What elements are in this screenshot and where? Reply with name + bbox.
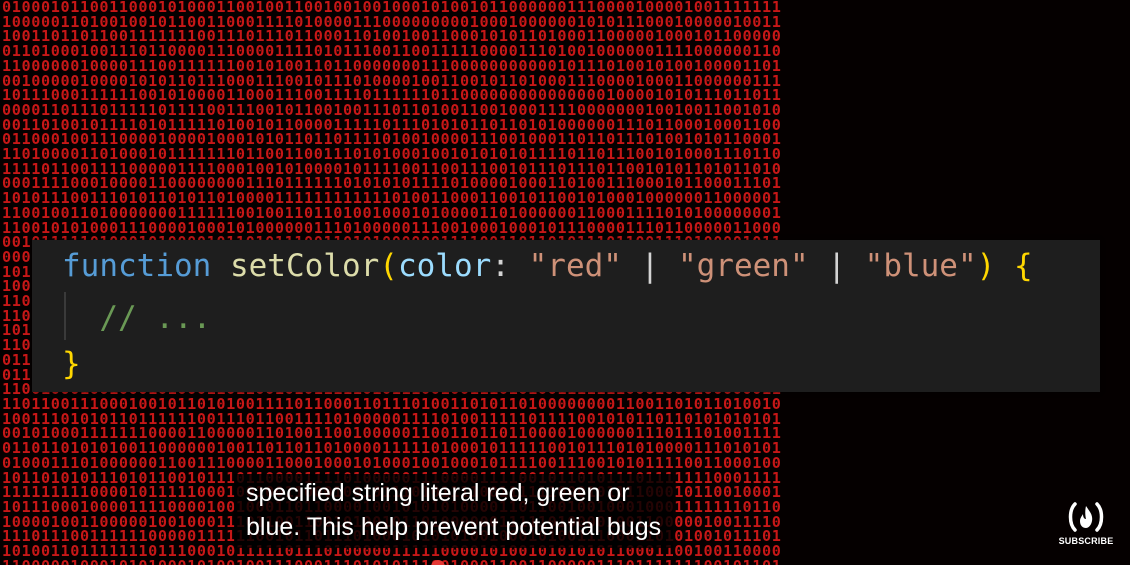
code-close-paren: ) <box>976 248 996 284</box>
code-param: color <box>397 248 492 284</box>
subscribe-button[interactable]: SUBSCRIBE <box>1058 500 1114 558</box>
code-close-brace: } <box>62 346 81 382</box>
code-colon: : <box>491 248 510 284</box>
caption-line-2: blue. This help prevent potential bugs <box>246 513 662 541</box>
code-string-red: "red" <box>528 248 622 284</box>
code-line-1: function setColor(color: "red" | "green"… <box>62 246 1033 286</box>
code-pipe: | <box>640 248 660 284</box>
code-line-2: // ... <box>62 298 211 338</box>
freecodecamp-logo-icon <box>1068 502 1104 532</box>
video-frame[interactable]: 0100010110011000101000110010011001001001… <box>0 0 1130 565</box>
subscribe-label: SUBSCRIBE <box>1058 536 1114 546</box>
subtitle-caption: specified string literal red, green or b… <box>234 474 674 548</box>
code-panel: function setColor(color: "red" | "green"… <box>32 240 1100 392</box>
code-comment: // ... <box>99 300 212 336</box>
caption-line-1: specified string literal red, green or <box>246 479 630 507</box>
code-open-paren: ( <box>379 248 398 284</box>
code-string-blue: "blue" <box>864 248 977 284</box>
code-pipe: | <box>827 248 846 284</box>
code-line-3: } <box>62 344 81 384</box>
code-function-name: setColor <box>229 248 380 284</box>
code-open-brace: { <box>1013 248 1033 284</box>
code-string-green: "green" <box>677 248 809 284</box>
code-keyword: function <box>62 248 212 284</box>
